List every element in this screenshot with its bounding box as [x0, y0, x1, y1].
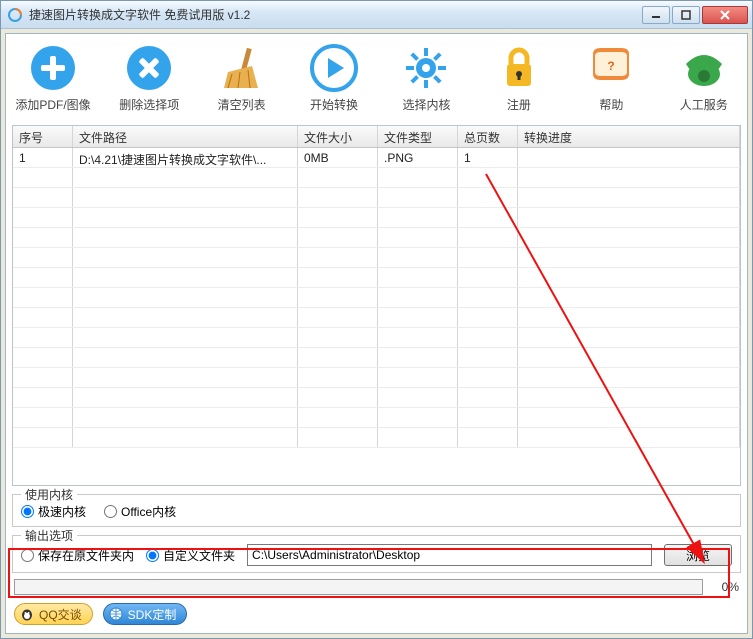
cell-index: 1 [13, 148, 73, 167]
add-label: 添加PDF/图像 [15, 96, 90, 113]
engine-option-fast[interactable]: 极速内核 [21, 503, 86, 520]
progress-text: 0% [709, 580, 739, 594]
col-pages[interactable]: 总页数 [458, 126, 518, 147]
sdk-button[interactable]: SDK定制 [103, 603, 188, 625]
help-button[interactable]: ? 帮助 [580, 44, 642, 113]
qq-button[interactable]: QQ交谈 [14, 603, 93, 625]
table-row[interactable] [13, 228, 740, 248]
help-label: 帮助 [599, 96, 623, 113]
start-label: 开始转换 [310, 96, 358, 113]
titlebar: 捷速图片转换成文字软件 免费试用版 v1.2 [1, 1, 752, 29]
start-button[interactable]: 开始转换 [303, 44, 365, 113]
table-row[interactable] [13, 388, 740, 408]
clear-label: 清空列表 [218, 96, 266, 113]
remove-button[interactable]: 删除选择项 [118, 44, 180, 113]
output-group-title: 输出选项 [21, 527, 77, 544]
engine-group: 使用内核 极速内核 Office内核 [12, 494, 741, 527]
table-row[interactable] [13, 248, 740, 268]
clear-button[interactable]: 清空列表 [210, 44, 272, 113]
table-row[interactable] [13, 168, 740, 188]
output-radio-custom[interactable] [146, 549, 159, 562]
service-label: 人工服务 [680, 96, 728, 113]
svg-text:?: ? [608, 59, 615, 73]
lock-icon [495, 44, 543, 92]
add-button[interactable]: 添加PDF/图像 [18, 44, 88, 113]
engine-fast-label: 极速内核 [38, 503, 86, 520]
table-header: 序号 文件路径 文件大小 文件类型 总页数 转换进度 [13, 126, 740, 148]
output-group: 输出选项 保存在原文件夹内 自定义文件夹 浏览 [12, 535, 741, 573]
col-progress[interactable]: 转换进度 [518, 126, 740, 147]
play-icon [310, 44, 358, 92]
table-row[interactable] [13, 348, 740, 368]
table-row[interactable] [13, 328, 740, 348]
gear-icon [402, 44, 450, 92]
table-row[interactable] [13, 208, 740, 228]
browse-button[interactable]: 浏览 [664, 544, 732, 566]
output-option-custom[interactable]: 自定义文件夹 [146, 547, 235, 564]
plus-icon [29, 44, 77, 92]
register-label: 注册 [507, 96, 531, 113]
table-row[interactable] [13, 188, 740, 208]
engine-group-title: 使用内核 [21, 486, 77, 503]
col-type[interactable]: 文件类型 [378, 126, 458, 147]
register-button[interactable]: 注册 [488, 44, 550, 113]
cell-size: 0MB [298, 148, 378, 167]
cell-pages: 1 [458, 148, 518, 167]
cell-path: D:\4.21\捷速图片转换成文字软件\... [73, 148, 298, 167]
engine-radio-fast[interactable] [21, 505, 34, 518]
engine-option-office[interactable]: Office内核 [104, 503, 176, 520]
qq-label: QQ交谈 [39, 606, 82, 623]
output-option-same[interactable]: 保存在原文件夹内 [21, 547, 134, 564]
progress-bar [14, 579, 703, 595]
table-row[interactable]: 1 D:\4.21\捷速图片转换成文字软件\... 0MB .PNG 1 [13, 148, 740, 168]
remove-label: 删除选择项 [119, 96, 179, 113]
window-title: 捷速图片转换成文字软件 免费试用版 v1.2 [29, 6, 642, 23]
output-same-label: 保存在原文件夹内 [38, 547, 134, 564]
app-icon [7, 7, 23, 23]
service-button[interactable]: 人工服务 [673, 44, 735, 113]
globe-icon [108, 606, 124, 622]
table-row[interactable] [13, 428, 740, 448]
col-index[interactable]: 序号 [13, 126, 73, 147]
broom-icon [218, 44, 266, 92]
output-path-input[interactable] [247, 544, 652, 566]
minimize-button[interactable] [642, 6, 670, 24]
qq-icon [19, 606, 35, 622]
progress-row: 0% [12, 579, 741, 595]
main-toolbar: 添加PDF/图像 删除选择项 清空列表 开始转换 选择内核 注册 [12, 40, 741, 119]
delete-icon [125, 44, 173, 92]
close-button[interactable] [702, 6, 748, 24]
engine-button[interactable]: 选择内核 [395, 44, 457, 113]
help-icon: ? [587, 44, 635, 92]
engine-radio-office[interactable] [104, 505, 117, 518]
sdk-label: SDK定制 [128, 606, 177, 623]
cell-progress [518, 148, 740, 167]
col-size[interactable]: 文件大小 [298, 126, 378, 147]
engine-office-label: Office内核 [121, 503, 176, 520]
table-row[interactable] [13, 268, 740, 288]
phone-icon [680, 44, 728, 92]
output-custom-label: 自定义文件夹 [163, 547, 235, 564]
output-radio-same[interactable] [21, 549, 34, 562]
col-path[interactable]: 文件路径 [73, 126, 298, 147]
table-row[interactable] [13, 408, 740, 428]
table-row[interactable] [13, 308, 740, 328]
cell-type: .PNG [378, 148, 458, 167]
engine-label: 选择内核 [402, 96, 450, 113]
file-table[interactable]: 序号 文件路径 文件大小 文件类型 总页数 转换进度 1 D:\4.21\捷速图… [12, 125, 741, 486]
table-row[interactable] [13, 368, 740, 388]
maximize-button[interactable] [672, 6, 700, 24]
table-row[interactable] [13, 288, 740, 308]
